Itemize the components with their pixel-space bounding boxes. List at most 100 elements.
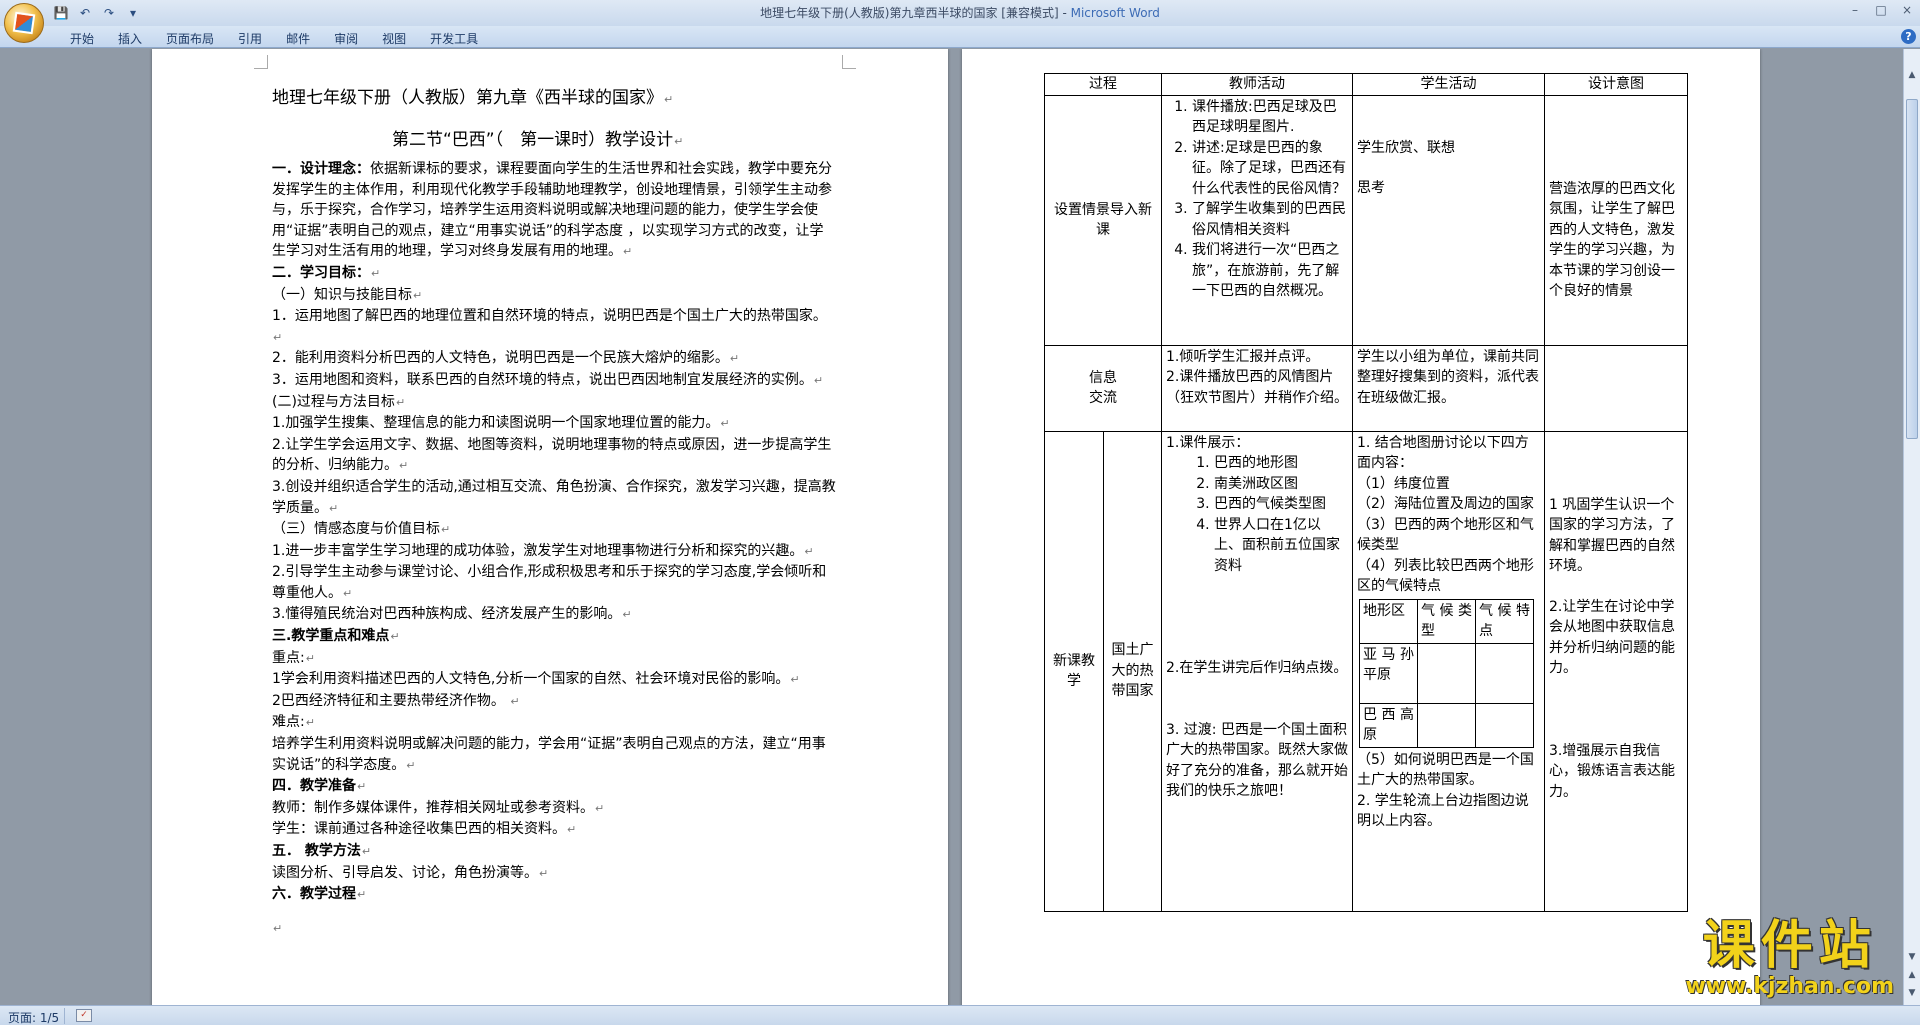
paragraph: （一）知识与技能目标↵ [272,286,423,303]
header-student: 学生活动 [1352,73,1545,96]
courseware-list: 巴西的地形图 南美洲政区图 巴西的气候类型图 世界人口在1亿以上、面积前五位国家… [1166,453,1348,576]
scroll-down-icon[interactable]: ▼ [1904,949,1920,965]
watermark-logo-text: 课件站 [1702,916,1877,976]
ribbon: 开始 插入 页面布局 引用 邮件 审阅 视图 开发工具 ? [0,26,1920,48]
table-cell: 气候特点 [1475,598,1534,644]
document-body: 一．设计理念：依据新课标的要求，课程要面向学生的生活世界和社会实践，教学中要充分… [272,159,836,939]
teacher-step-2: 2.在学生讲完后作归纳点拨。 [1166,660,1348,676]
close-button[interactable]: × [1894,0,1920,20]
table-row: 设置情景导入新课 课件播放:巴西足球及巴西足球明星图片. 讲述:足球是巴西的象征… [1044,94,1688,346]
table-row: 地形区 气候类型 气候特点 [1359,598,1534,644]
office-button[interactable] [4,3,44,43]
paragraph: 读图分析、引导启发、讨论，角色扮演等。↵ [272,864,549,881]
teacher-cell: 1.倾听学生汇报并点评。 2.课件播放巴西的风情图片（狂欢节图片）并稍作介绍。 [1161,344,1353,432]
design-intent: 1 巩固学生认识一个国家的学习方法，了解和掌握巴西的自然环境。 [1549,496,1675,575]
design-intent: 营造浓厚的巴西文化氛围，让学生了解巴西的人文特色，激发学生的学习兴趣，为本节课的… [1549,180,1675,300]
tab-home[interactable]: 开始 [58,29,106,48]
minimize-button[interactable]: – [1842,0,1868,20]
paragraph: 1.进一步丰富学生学习地理的成功体验，激发学生对地理事物进行分析和探究的兴趣。↵ [272,542,814,559]
student-point: （5）如何说明巴西是一个国土广大的热带国家。 [1357,751,1534,789]
tab-page-layout[interactable]: 页面布局 [154,29,226,48]
student-point: 2. 学生轮流上台边指图边说明以上内容。 [1357,792,1529,830]
paragraph: 难点:↵ [272,714,315,731]
app-name: Microsoft Word [1070,6,1160,20]
table-cell [1475,702,1534,748]
header-process: 过程 [1044,73,1162,96]
previous-page-icon[interactable]: ▲ [1904,967,1920,983]
vertical-scrollbar[interactable]: ▲ ▼ ▲ ▼ [1903,49,1920,1005]
paragraph: 一．设计理念：依据新课标的要求，课程要面向学生的生活世界和社会实践，教学中要充分… [272,161,832,260]
window-title: 地理七年级下册(人教版)第九章西半球的国家 [兼容模式] - Microsoft… [0,4,1920,21]
intent-cell: 1 巩固学生认识一个国家的学习方法，了解和掌握巴西的自然环境。 2.让学生在讨论… [1544,430,1688,912]
tab-review[interactable]: 审阅 [322,29,370,48]
teacher-step-3: 3. 过渡: 巴西是一个国土面积广大的热带国家。既然大家做好了充分的准备，那么就… [1166,721,1348,800]
tab-references[interactable]: 引用 [226,29,274,48]
paragraph: 培养学生利用资料说明或解决问题的能力，学会用“证据”表明自己观点的方法，建立“用… [272,736,826,773]
document-subtitle: 第二节“巴西”（ 第一课时）教学设计↵ [392,130,684,150]
paragraph: 2.引导学生主动参与课堂讨论、小组合作,形成积极思考和乐于探究的学习态度,学会倾… [272,564,827,601]
header-intent: 设计意图 [1544,73,1688,96]
document-workspace[interactable]: 地理七年级下册（人教版）第九章《西半球的国家》↵ 第二节“巴西”（ 第一课时）教… [0,49,1920,1005]
tab-insert[interactable]: 插入 [106,29,154,48]
next-page-icon[interactable]: ▼ [1904,985,1920,1001]
table-cell [1417,642,1476,704]
help-icon[interactable]: ? [1901,29,1916,44]
process-cell: 设置情景导入新课 [1044,94,1162,346]
margin-mark [254,55,268,69]
paragraph: (二)过程与方法目标↵ [272,393,406,410]
watermark-url: www.kjzhan.com [1685,974,1894,999]
office-logo-icon [12,11,36,35]
student-point: （1）纬度位置 [1357,475,1450,492]
document-title-heading: 地理七年级下册（人教版）第九章《西半球的国家》↵ [272,88,674,108]
tab-mailings[interactable]: 邮件 [274,29,322,48]
ribbon-tabs: 开始 插入 页面布局 引用 邮件 审阅 视图 开发工具 [58,29,490,48]
intent-cell [1544,344,1688,432]
student-cell: 学生欣赏、联想 思考 [1352,94,1545,346]
scrollbar-thumb[interactable] [1906,99,1918,439]
table-cell [1417,702,1476,748]
student-activity: 思考 [1357,180,1385,196]
document-title: 地理七年级下册(人教版)第九章西半球的国家 [兼容模式] - [760,6,1071,20]
scroll-up-icon[interactable]: ▲ [1904,67,1920,83]
list-item: 世界人口在1亿以上、面积前五位国家资料 [1214,515,1348,577]
table-cell: 巴西高原 [1359,702,1418,748]
document-page-2[interactable]: 过程 教师活动 学生活动 设计意图 设置情景导入新课 课件播放:巴西足球及巴西足… [962,49,1760,1005]
divider [64,1008,65,1024]
paragraph: 3．运用地图和资料，联系巴西的自然环境的特点，说出巴西因地制宜发展经济的实例。↵ [272,371,824,388]
teacher-cell: 1.课件展示： 巴西的地形图 南美洲政区图 巴西的气候类型图 世界人口在1亿以上… [1161,430,1353,912]
paragraph: 1学会利用资料描述巴西的人文特色,分析一个国家的自然、社会环境对民俗的影响。↵ [272,671,800,688]
table-row: 新课教学 国土广大的热带国家 1.课件展示： 巴西的地形图 南美洲政区图 巴西的… [1044,430,1688,912]
student-activity: 学生欣赏、联想 [1357,139,1455,156]
document-page-1[interactable]: 地理七年级下册（人教版）第九章《西半球的国家》↵ 第二节“巴西”（ 第一课时）教… [152,49,948,1005]
proofing-icon[interactable]: ✓ [76,1009,92,1022]
header-teacher: 教师活动 [1161,73,1353,96]
maximize-button[interactable]: □ [1868,0,1894,20]
teacher-intro: 1.课件展示： [1166,434,1250,451]
table-cell: 气候类型 [1417,598,1476,644]
list-item: 我们将进行一次“巴西之旅”，在旅游前，先了解一下巴西的自然概况。 [1192,240,1348,302]
list-item: 了解学生收集到的巴西民俗风情相关资料 [1192,199,1348,240]
title-bar: 💾 ↶ ↷ ▾ 地理七年级下册(人教版)第九章西半球的国家 [兼容模式] - M… [0,0,1920,26]
table-row: 信息 交流 1.倾听学生汇报并点评。 2.课件播放巴西的风情图片（狂欢节图片）并稍… [1044,344,1688,432]
tab-developer[interactable]: 开发工具 [418,29,490,48]
paragraph: 五． 教学方法↵ [272,843,372,859]
paragraph: 学生：课前通过各种途径收集巴西的相关资料。↵ [272,821,577,838]
tab-view[interactable]: 视图 [370,29,418,48]
student-cell: 学生以小组为单位，课前共同整理好搜集到的资料，派代表在班级做汇报。 [1352,344,1545,432]
list-item: 巴西的地形图 [1214,453,1348,474]
paragraph: （三）情感态度与价值目标↵ [272,521,451,538]
paragraph: 3.创设并组织适合学生的活动,通过相互交流、角色扮演、合作探究，激发学习兴趣，提… [272,478,836,516]
paragraph: 1.加强学生搜集、整理信息的能力和读图说明一个国家地理位置的能力。↵ [272,415,730,432]
paragraph: 2．能利用资料分析巴西的人文特色，说明巴西是一个民族大熔炉的缩影。↵ [272,350,740,367]
list-item: 课件播放:巴西足球及巴西足球明星图片. [1192,97,1348,138]
paragraph: 重点:↵ [272,649,315,666]
process-cell: 信息 交流 [1044,344,1162,432]
table-row: 亚马孙平原 [1359,642,1534,704]
teacher-cell: 课件播放:巴西足球及巴西足球明星图片. 讲述:足球是巴西的象征。除了足球，巴西还… [1161,94,1353,346]
page-count[interactable]: 页面: 1/5 [8,1009,59,1025]
